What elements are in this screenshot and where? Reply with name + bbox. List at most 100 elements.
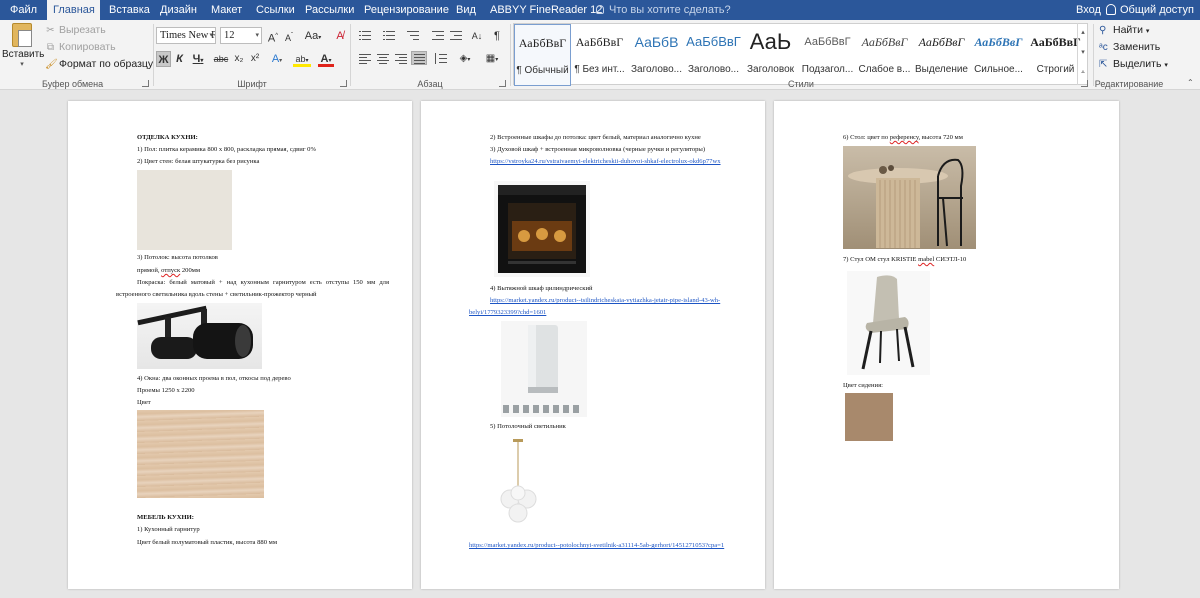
page-3[interactable]: 6) Стол: цвет по референсу, высота 720 м… xyxy=(774,101,1119,589)
text-line: 1) Пол: плитка керамика 800 х 800, раскл… xyxy=(137,146,316,153)
font-name-combo[interactable]: Times New R ▾ xyxy=(156,27,216,44)
bold-button[interactable]: Ж xyxy=(156,51,171,67)
sort-button[interactable]: A↓ xyxy=(470,28,484,44)
oven-image[interactable] xyxy=(494,181,590,277)
strikethrough-icon: abc xyxy=(213,54,229,64)
scissors-icon: ✂ xyxy=(46,25,55,36)
align-center-button[interactable] xyxy=(375,52,391,66)
change-case-button[interactable]: Aa▾ xyxy=(302,28,324,44)
paragraph-group-label: Абзац xyxy=(417,79,443,89)
multilevel-list-button[interactable] xyxy=(405,29,421,43)
hyperlink[interactable]: https://vstroyka24.ru/vstraivaemyi-elekt… xyxy=(490,158,721,166)
tab-references[interactable]: Ссылки xyxy=(250,0,301,20)
tab-review[interactable]: Рецензирование xyxy=(358,0,455,20)
italic-button[interactable]: К xyxy=(173,51,186,67)
shading-button[interactable]: ◈▾ xyxy=(455,51,475,67)
strikethrough-button[interactable]: abc xyxy=(212,51,230,67)
font-size-value: 12 xyxy=(224,30,235,41)
page-2[interactable]: 2) Встроенные шкафы до потолка: цвет бел… xyxy=(421,101,765,589)
tab-design[interactable]: Дизайн xyxy=(154,0,203,20)
clipboard-group-label: Буфер обмена xyxy=(42,79,104,89)
line-spacing-button[interactable] xyxy=(433,52,449,66)
subscript-icon: x₂ xyxy=(234,53,244,64)
hood-image[interactable] xyxy=(501,321,587,417)
link-text[interactable]: https://market.yandex.ru/product--tsilin… xyxy=(490,297,720,304)
hyperlink[interactable]: belyi/1779323399?chd=1601 xyxy=(469,309,546,317)
lamp-drawing xyxy=(500,439,537,523)
misspelled-word[interactable]: mabel xyxy=(918,256,934,263)
hyperlink[interactable]: https://market.yandex.ru/product--tsilin… xyxy=(490,297,720,305)
text-effects-button[interactable]: A▾ xyxy=(268,51,286,67)
text-line: 7) Стул ОМ стул KRISTIE mabel СИЭТЛ-10 xyxy=(843,256,966,264)
tab-abbyy[interactable]: ABBYY FineReader 12 xyxy=(484,0,608,20)
align-left-button[interactable] xyxy=(357,52,373,66)
chair-image[interactable] xyxy=(847,271,930,375)
ribbon: Вставить ▾ ✂ Вырезать ⧉ Копировать 🖌Формат… xyxy=(0,20,1200,90)
font-color-button[interactable]: A▾ xyxy=(316,51,336,67)
subscript-button[interactable]: x₂ xyxy=(232,51,246,67)
tell-me-search[interactable]: Что вы хотите сделать? xyxy=(596,0,731,20)
collapse-ribbon-icon[interactable]: ⌃ xyxy=(1187,78,1194,87)
sign-in-link[interactable]: Вход xyxy=(1076,0,1101,20)
paste-button[interactable]: Вставить ▾ xyxy=(2,23,44,77)
spotlight-image[interactable] xyxy=(137,303,262,369)
underline-button[interactable]: Ч▾ xyxy=(189,51,207,67)
text-line: 2) Цвет стен: белая штукатурка без рисун… xyxy=(137,158,260,165)
numbering-button[interactable] xyxy=(381,29,397,43)
wood-texture-image[interactable] xyxy=(137,410,264,498)
font-size-combo[interactable]: 12 ▾ xyxy=(220,27,262,44)
paragraph-group: A↓ ¶ ◈▾ ▦▾ Абзац xyxy=(351,20,509,90)
link-text[interactable]: https://market.yandex.ru/product--potolo… xyxy=(469,542,724,549)
cut-button[interactable]: ✂ Вырезать xyxy=(45,24,105,36)
highlight-button[interactable]: ab▾ xyxy=(291,51,313,67)
tab-file[interactable]: Файл xyxy=(4,0,43,20)
grow-font-button[interactable]: A^ xyxy=(266,28,280,45)
superscript-icon: x² xyxy=(250,53,260,64)
align-right-button[interactable] xyxy=(393,52,409,66)
clear-formatting-button[interactable]: A̸ xyxy=(333,28,347,44)
justify-button[interactable] xyxy=(411,51,427,65)
format-painter-label: Формат по образцу xyxy=(59,58,154,70)
paste-dropdown-icon[interactable]: ▾ xyxy=(2,60,42,68)
superscript-button[interactable]: x² xyxy=(248,51,262,67)
copy-icon: ⧉ xyxy=(46,42,55,53)
tab-home[interactable]: Главная xyxy=(47,0,100,20)
text-line: Цвет xyxy=(137,399,151,406)
seat-color-swatch[interactable] xyxy=(845,393,893,441)
clipboard-group: Вставить ▾ ✂ Вырезать ⧉ Копировать 🖌Формат… xyxy=(0,20,153,90)
borders-icon: ▦ xyxy=(485,53,496,64)
increase-indent-button[interactable] xyxy=(448,29,464,43)
paragraph-launcher-icon[interactable] xyxy=(499,80,506,87)
text-line: прямой, отпуск 200мм xyxy=(137,267,200,275)
text-fragment: , высота 720 мм xyxy=(918,134,963,141)
chair-drawing xyxy=(861,275,915,370)
clipboard-launcher-icon[interactable] xyxy=(142,80,149,87)
page-1[interactable]: ОТДЕЛКА КУХНИ: 1) Пол: плитка керамика 8… xyxy=(68,101,412,589)
ceiling-lamp-image[interactable] xyxy=(497,437,543,529)
link-text[interactable]: belyi/1779323399?chd=1601 xyxy=(469,309,546,316)
tab-view[interactable]: Вид xyxy=(450,0,482,20)
styles-launcher-icon[interactable] xyxy=(1081,80,1088,87)
font-launcher-icon[interactable] xyxy=(340,80,347,87)
menu-bar: Файл Главная Вставка Дизайн Макет Ссылки… xyxy=(0,0,1200,20)
tab-mailings[interactable]: Рассылки xyxy=(299,0,360,20)
shrink-font-button[interactable]: Aˇ xyxy=(282,28,296,44)
tab-layout[interactable]: Макет xyxy=(205,0,248,20)
borders-button[interactable]: ▦▾ xyxy=(481,51,503,67)
bullets-button[interactable] xyxy=(357,29,373,43)
wall-plaster-image[interactable] xyxy=(137,170,232,250)
text-fragment: 7) Стул ОМ стул KRISTIE xyxy=(843,256,919,263)
show-marks-button[interactable]: ¶ xyxy=(491,28,503,44)
hyperlink[interactable]: https://market.yandex.ru/product--potolo… xyxy=(469,542,724,550)
tab-insert[interactable]: Вставка xyxy=(103,0,156,20)
format-painter-button[interactable]: 🖌Формат по образцу xyxy=(45,58,153,70)
copy-button[interactable]: ⧉ Копировать xyxy=(45,41,116,53)
share-button[interactable]: Общий доступ xyxy=(1106,0,1194,20)
link-text[interactable]: https://vstroyka24.ru/vstraivaemyi-elekt… xyxy=(490,158,721,165)
misspelled-word[interactable]: референсу xyxy=(890,134,919,141)
misspelled-word[interactable]: отпуск xyxy=(161,267,180,274)
decrease-indent-button[interactable] xyxy=(430,29,446,43)
change-case-icon: Aa xyxy=(304,30,319,42)
table-image[interactable] xyxy=(843,146,976,249)
text-fragment: 6) Стол: цвет по xyxy=(843,134,890,141)
